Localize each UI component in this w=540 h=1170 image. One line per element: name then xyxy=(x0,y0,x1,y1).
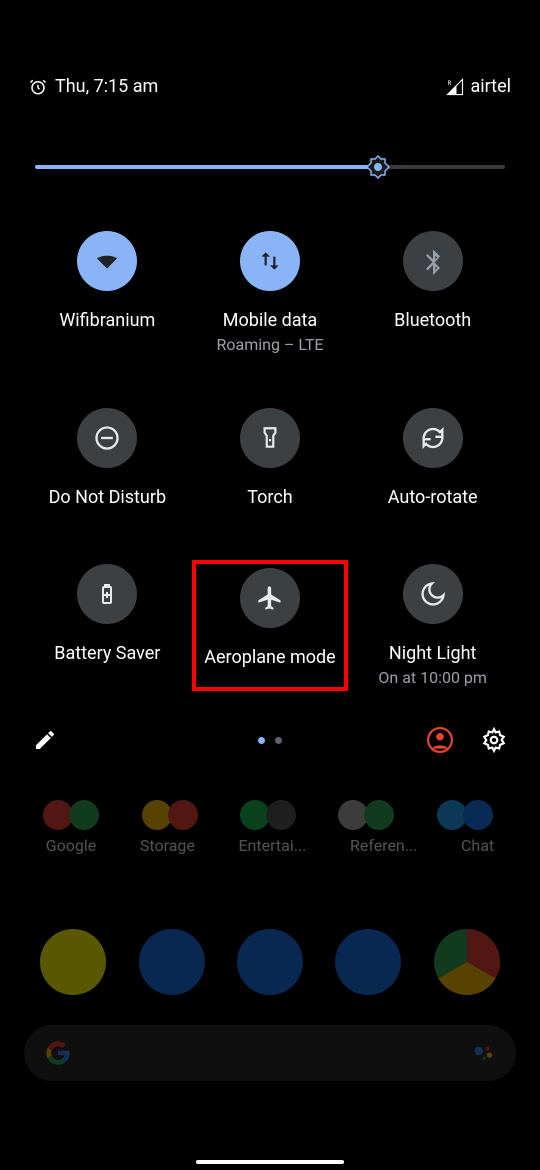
qs-label: Battery Saver xyxy=(54,642,160,665)
qs-tile-dnd[interactable]: Do Not Disturb xyxy=(29,404,186,513)
qs-sublabel: On at 10:00 pm xyxy=(378,668,487,687)
wifi-icon xyxy=(77,231,137,291)
user-icon[interactable] xyxy=(427,727,453,753)
qs-label: Aeroplane mode xyxy=(204,646,335,669)
qs-tile-battery-saver[interactable]: Battery Saver xyxy=(29,560,186,691)
assistant-icon xyxy=(470,1040,496,1066)
carrier-name: airtel xyxy=(470,76,511,97)
brightness-thumb-icon[interactable] xyxy=(366,155,390,179)
dock-app-phone[interactable] xyxy=(139,929,205,995)
svg-text:R: R xyxy=(448,79,452,86)
qs-grid: Wifibranium Mobile data Roaming – LTE Bl… xyxy=(29,227,511,691)
qs-label: Do Not Disturb xyxy=(49,486,167,509)
qs-tile-auto-rotate[interactable]: Auto-rotate xyxy=(354,404,511,513)
qs-footer xyxy=(29,719,511,757)
qs-tile-bluetooth[interactable]: Bluetooth xyxy=(354,227,511,358)
page-indicator xyxy=(258,737,282,744)
qs-label: Night Light xyxy=(389,642,477,665)
qs-tile-torch[interactable]: Torch xyxy=(192,404,349,513)
folder-label[interactable]: Google xyxy=(46,836,97,855)
folder-label[interactable]: Entertai... xyxy=(238,836,306,855)
qs-tile-wifi[interactable]: Wifibranium xyxy=(29,227,186,358)
carrier-info: R airtel xyxy=(446,76,511,97)
bluetooth-icon xyxy=(403,231,463,291)
qs-sublabel: Roaming – LTE xyxy=(217,335,324,354)
dock-app-snapchat[interactable] xyxy=(40,929,106,995)
dock-app-chrome[interactable] xyxy=(434,929,500,995)
home-folders: Google Storage Entertai... Referen... Ch… xyxy=(24,836,516,855)
torch-icon xyxy=(240,408,300,468)
settings-icon[interactable] xyxy=(481,727,507,753)
qs-tile-mobile-data[interactable]: Mobile data Roaming – LTE xyxy=(192,227,349,358)
airplane-icon xyxy=(240,568,300,628)
folder-label[interactable]: Referen... xyxy=(350,836,417,855)
google-g-icon xyxy=(44,1039,72,1067)
alarm-icon xyxy=(29,78,47,96)
qs-label: Bluetooth xyxy=(394,309,471,332)
folder-label[interactable]: Chat xyxy=(461,836,494,855)
dnd-icon xyxy=(77,408,137,468)
alarm-text: Thu, 7:15 am xyxy=(55,76,158,97)
alarm-info[interactable]: Thu, 7:15 am xyxy=(29,76,158,97)
qs-label: Torch xyxy=(247,486,292,509)
night-icon xyxy=(403,564,463,624)
brightness-slider[interactable] xyxy=(29,147,511,187)
qs-label: Auto-rotate xyxy=(388,486,478,509)
page-dot xyxy=(275,737,282,744)
edit-icon[interactable] xyxy=(33,728,57,752)
rotate-icon xyxy=(403,408,463,468)
battery-icon xyxy=(77,564,137,624)
qs-label: Wifibranium xyxy=(59,309,155,332)
qs-tile-night-light[interactable]: Night Light On at 10:00 pm xyxy=(354,560,511,691)
search-bar[interactable] xyxy=(24,1025,516,1081)
folder-icons-row xyxy=(24,800,516,830)
nav-handle[interactable] xyxy=(196,1160,344,1164)
home-screen: Google Storage Entertai... Referen... Ch… xyxy=(0,790,540,1170)
dock-app-messages[interactable] xyxy=(335,929,401,995)
data-icon xyxy=(240,231,300,291)
qs-header: Thu, 7:15 am R airtel xyxy=(29,76,511,97)
qs-tile-aeroplane-mode[interactable]: Aeroplane mode xyxy=(192,560,349,691)
brightness-fill xyxy=(35,165,377,169)
quick-settings-panel: Thu, 7:15 am R airtel Wifibranium Mobile… xyxy=(5,0,535,777)
dock-app-contacts[interactable] xyxy=(237,929,303,995)
qs-label: Mobile data xyxy=(223,309,317,332)
page-dot-active xyxy=(258,737,265,744)
folder-label[interactable]: Storage xyxy=(140,836,195,855)
signal-icon: R xyxy=(446,78,464,96)
dock xyxy=(24,929,516,995)
